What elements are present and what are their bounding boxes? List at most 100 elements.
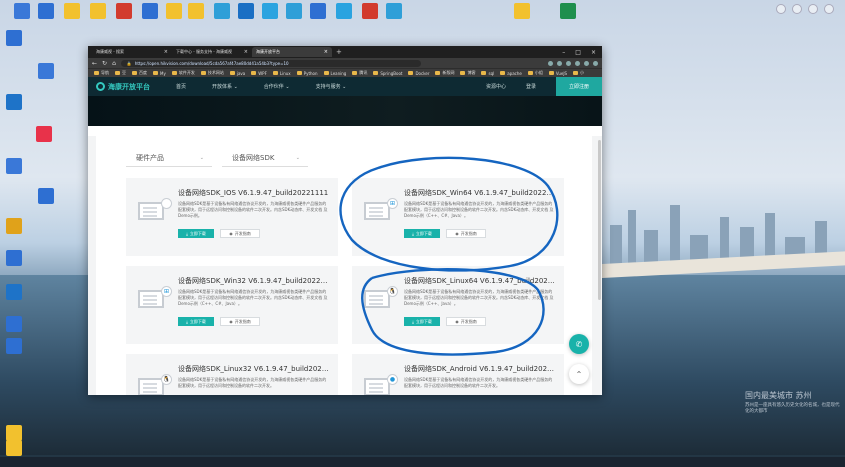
bookmark-item[interactable]: Python xyxy=(296,70,318,76)
desktop-icon[interactable] xyxy=(550,3,586,21)
sdk-card[interactable]: 🐧 设备网络SDK_Linux32 V6.1.9.47_build20221...… xyxy=(126,354,338,395)
tab-download-center[interactable]: 下载中心 - 服务支持 - 海康威视 × xyxy=(172,47,252,57)
desktop-icon[interactable] xyxy=(376,3,412,21)
folder-icon xyxy=(527,71,533,75)
bookmark-item[interactable]: 导航 xyxy=(94,70,109,76)
sdk-title[interactable]: 设备网络SDK_IOS V6.1.9.47_build20221111 xyxy=(178,188,330,198)
bookmark-item[interactable]: Docker xyxy=(408,71,429,76)
nav-home[interactable]: 首页 xyxy=(176,83,186,90)
tray-icon-1[interactable] xyxy=(776,4,786,14)
product-select[interactable]: 设备网络SDK ⌄ xyxy=(222,150,308,167)
bookmark-item[interactable]: 小组 xyxy=(527,70,543,76)
sdk-card[interactable]: ● 设备网络SDK_Android V6.1.9.47_build2022... 设… xyxy=(352,354,564,395)
bookmark-item[interactable]: My xyxy=(153,71,166,76)
desktop-icon[interactable] xyxy=(28,63,64,81)
bookmark-item[interactable]: sql xyxy=(481,71,494,76)
new-tab-icon[interactable]: + xyxy=(332,48,346,56)
bookmark-item[interactable]: 技术网站 xyxy=(200,70,224,76)
sdk-card[interactable]: 🐧 设备网络SDK_Linux64 V6.1.9.47_build2021... 设… xyxy=(352,266,564,344)
back-to-top-icon[interactable]: ⌃ xyxy=(569,364,589,384)
close-icon[interactable]: × xyxy=(324,49,328,55)
close-icon[interactable]: × xyxy=(244,49,248,55)
download-button[interactable]: ⤓ 立即下载 xyxy=(404,229,440,238)
url-input[interactable]: 🔒 https://open.hikvision.com/download/5cd… xyxy=(120,59,421,67)
sdk-title[interactable]: 设备网络SDK_Linux32 V6.1.9.47_build20221... xyxy=(178,364,330,374)
bookmark-item[interactable]: 腾讯 xyxy=(352,70,367,76)
nav-open-system[interactable]: 开放体系 ⌄ xyxy=(212,83,238,90)
sdk-title[interactable]: 设备网络SDK_Linux64 V6.1.9.47_build2021... xyxy=(404,276,556,286)
sdk-title[interactable]: 设备网络SDK_Win32 V6.1.9.47_build202211... xyxy=(178,276,330,286)
sdk-card[interactable]: ⊞ 设备网络SDK_Win64 V6.1.9.47_build202211... 设… xyxy=(352,178,564,256)
desktop-icon[interactable] xyxy=(0,440,32,458)
dev-guide-button[interactable]: ◉ 开发指南 xyxy=(220,317,260,326)
tray-icon-4[interactable] xyxy=(824,4,834,14)
extension-icon[interactable] xyxy=(584,60,589,66)
page-scrollbar[interactable] xyxy=(598,140,601,300)
site-logo[interactable]: 海康开放平台 xyxy=(96,82,150,92)
bookmark-item[interactable]: WPF xyxy=(251,71,267,76)
maximize-icon[interactable]: □ xyxy=(575,49,581,56)
sdk-card[interactable]: 设备网络SDK_IOS V6.1.9.47_build20221111 设备网络S… xyxy=(126,178,338,256)
bookmark-label: Python xyxy=(303,70,318,76)
desktop-icon[interactable] xyxy=(26,126,62,144)
desktop-icon[interactable] xyxy=(0,250,32,268)
download-button[interactable]: ⤓ 立即下载 xyxy=(178,317,214,326)
minimize-icon[interactable]: – xyxy=(562,49,565,56)
desktop-icon[interactable] xyxy=(0,316,32,334)
bookmark-label: 技术网站 xyxy=(207,70,224,75)
bookmark-item[interactable]: SpringBoot xyxy=(373,71,402,76)
dev-guide-button[interactable]: ◉ 开发指南 xyxy=(446,229,486,238)
close-icon[interactable]: × xyxy=(164,49,168,55)
sdk-card[interactable]: ⊞ 设备网络SDK_Win32 V6.1.9.47_build202211... 设… xyxy=(126,266,338,344)
bookmark-item[interactable]: Linux xyxy=(272,71,291,76)
download-button[interactable]: ⤓ 立即下载 xyxy=(178,229,214,238)
category-select[interactable]: 硬件产品 ⌄ xyxy=(126,150,212,167)
tray-icon-2[interactable] xyxy=(792,4,802,14)
download-button[interactable]: ⤓ 立即下载 xyxy=(404,317,440,326)
bookmark-item[interactable]: 百度 xyxy=(132,70,147,76)
folder-icon xyxy=(548,71,554,75)
extension-icon[interactable] xyxy=(557,60,562,66)
bookmark-item[interactable]: 软件开发 xyxy=(171,70,195,76)
nav-partners[interactable]: 合作伙伴 ⌄ xyxy=(264,83,290,90)
dev-guide-button[interactable]: ◉ 开发指南 xyxy=(220,229,260,238)
back-icon[interactable]: ← xyxy=(92,60,97,67)
nav-resource-center[interactable]: 资源中心 xyxy=(486,83,506,90)
bookmark-item[interactable]: 豆 xyxy=(115,70,126,76)
desktop-icon[interactable] xyxy=(28,188,64,206)
city-skyline xyxy=(600,175,845,265)
refresh-icon[interactable]: ↻ xyxy=(102,60,107,67)
desktop-icon[interactable] xyxy=(0,284,32,302)
tab-search[interactable]: 海康威视 - 搜索 × xyxy=(92,47,172,57)
register-button[interactable]: 立即注册 xyxy=(556,77,602,96)
bookmark-item[interactable]: 小 xyxy=(573,70,584,76)
desktop-icon[interactable] xyxy=(0,94,32,112)
bookmark-item[interactable]: VueJS xyxy=(548,71,567,76)
home-icon[interactable]: ⌂ xyxy=(112,60,116,67)
tab-open-platform[interactable]: 海康开放平台 × xyxy=(252,47,332,57)
desktop-icon[interactable] xyxy=(0,158,32,176)
desktop-icon[interactable] xyxy=(0,30,32,48)
bookmark-item[interactable]: 博客 xyxy=(460,70,475,76)
desktop-icon[interactable] xyxy=(0,338,32,356)
extension-icon[interactable] xyxy=(566,60,571,66)
phone-icon[interactable]: ✆ xyxy=(569,334,589,354)
sdk-title[interactable]: 设备网络SDK_Android V6.1.9.47_build2022... xyxy=(404,364,556,374)
nav-support[interactable]: 支持与服务 ⌄ xyxy=(316,83,347,90)
desktop-icon[interactable] xyxy=(0,218,32,236)
bookmark-item[interactable]: java xyxy=(229,71,245,76)
extension-icon[interactable] xyxy=(548,60,553,66)
bookmark-item[interactable]: 新版网 xyxy=(435,70,454,76)
desktop-icon[interactable] xyxy=(504,3,540,21)
bookmark-item[interactable]: Leaning xyxy=(323,71,346,76)
bookmark-label: 软件开发 xyxy=(178,70,195,75)
app-icon xyxy=(6,250,22,266)
close-window-icon[interactable]: × xyxy=(591,49,596,56)
extension-icon[interactable] xyxy=(593,60,598,66)
sdk-title[interactable]: 设备网络SDK_Win64 V6.1.9.47_build202211... xyxy=(404,188,556,198)
tray-icon-3[interactable] xyxy=(808,4,818,14)
nav-login[interactable]: 登录 xyxy=(526,83,536,90)
bookmark-item[interactable]: apache xyxy=(500,71,522,76)
dev-guide-button[interactable]: ◉ 开发指南 xyxy=(446,317,486,326)
extension-icon[interactable] xyxy=(575,60,580,66)
